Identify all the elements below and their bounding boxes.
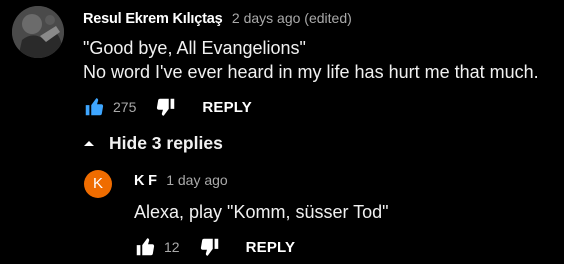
comment-header: Resul Ekrem Kılıçtaş 2 days ago (edited) — [83, 8, 352, 28]
thumbs-up-icon — [136, 238, 155, 256]
comment-author[interactable]: Resul Ekrem Kılıçtaş — [83, 11, 223, 27]
reply-body: Alexa, play "Komm, süsser Tod" — [134, 202, 389, 222]
reply-button[interactable]: REPLY — [202, 99, 252, 116]
comment-timestamp[interactable]: 2 days ago (edited) — [232, 10, 352, 26]
reply-header: K F 1 day ago — [134, 170, 228, 190]
comment-actions: 275 REPLY — [82, 95, 252, 119]
caret-up-icon — [84, 141, 94, 146]
thumbs-down-icon — [157, 98, 175, 116]
avatar-image — [12, 6, 64, 58]
reply-author[interactable]: K F — [134, 173, 157, 189]
comment-body: "Good bye, All Evangelions" No word I've… — [83, 36, 553, 84]
comment-text-line: No word I've ever heard in my life has h… — [83, 62, 539, 82]
avatar[interactable] — [12, 6, 64, 58]
dislike-button[interactable] — [198, 235, 222, 259]
like-count: 275 — [113, 99, 137, 115]
comment-text-line: "Good bye, All Evangelions" — [83, 38, 306, 58]
like-button[interactable] — [133, 235, 157, 259]
like-count: 12 — [164, 239, 180, 255]
dislike-button[interactable] — [154, 95, 178, 119]
hide-replies-toggle[interactable]: Hide 3 replies — [83, 130, 223, 156]
reply-actions: 12 REPLY — [133, 235, 295, 259]
like-button[interactable] — [82, 95, 106, 119]
reply-button[interactable]: REPLY — [246, 239, 296, 256]
hide-replies-label: Hide 3 replies — [109, 132, 223, 153]
thumbs-up-icon — [85, 98, 104, 116]
reply-timestamp[interactable]: 1 day ago — [166, 172, 228, 188]
thumbs-down-icon — [200, 238, 218, 256]
reply-avatar[interactable]: K — [84, 170, 112, 198]
comment-thread: Resul Ekrem Kılıçtaş 2 days ago (edited)… — [0, 0, 564, 264]
